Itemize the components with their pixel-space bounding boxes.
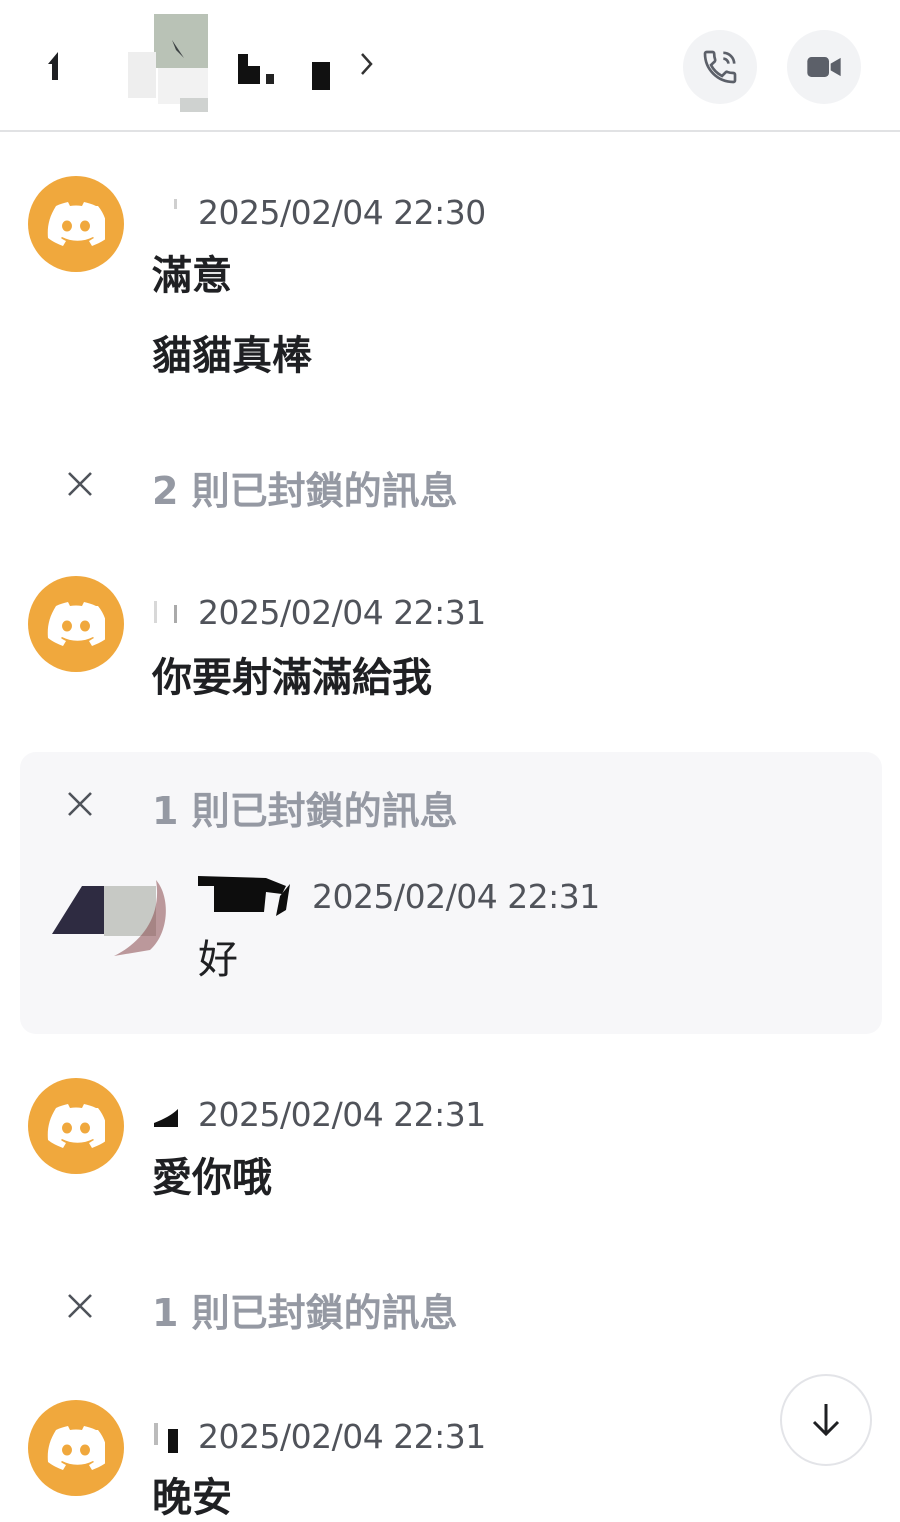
redacted-username (150, 1419, 180, 1453)
message-timestamp: 2025/02/04 22:31 (198, 592, 486, 632)
message-text: 貓貓真棒 (152, 333, 312, 379)
arrow-left-icon (48, 52, 58, 80)
discord-logo-icon (47, 602, 105, 646)
message-timestamp: 2025/02/04 22:31 (198, 1094, 486, 1134)
message-meta: 2025/02/04 22:31 (150, 1414, 486, 1458)
video-camera-icon (807, 57, 841, 77)
message-meta: 2025/02/04 22:31 (312, 874, 600, 918)
message-text: 好 (198, 937, 238, 983)
redacted-username (150, 1097, 180, 1131)
sender-avatar[interactable] (28, 1400, 124, 1496)
message-meta: 2025/02/04 22:31 (150, 1092, 486, 1136)
message-text: 你要射滿滿給我 (152, 655, 432, 701)
message-meta: 2025/02/04 22:31 (150, 590, 486, 634)
contact-name[interactable] (236, 46, 340, 90)
message-text: 晚安 (152, 1475, 232, 1521)
message-text: 滿意 (152, 253, 232, 299)
phone-call-icon (703, 50, 737, 84)
chevron-right-icon[interactable] (356, 50, 376, 78)
sender-avatar[interactable] (28, 176, 124, 272)
discord-logo-icon (47, 1426, 105, 1470)
message-timestamp: 2025/02/04 22:30 (198, 192, 486, 232)
blocked-messages-label[interactable]: 1 則已封鎖的訊息 (152, 780, 458, 835)
close-icon[interactable] (64, 788, 96, 820)
blocked-user-avatar[interactable] (50, 872, 170, 956)
message-meta: 2025/02/04 22:30 (150, 190, 486, 234)
blocked-messages-label[interactable]: 1 則已封鎖的訊息 (152, 1282, 458, 1337)
discord-logo-icon (47, 202, 105, 246)
close-icon[interactable] (64, 1290, 96, 1322)
redacted-username (150, 595, 180, 629)
scroll-to-bottom-button[interactable] (780, 1374, 872, 1466)
back-button[interactable] (42, 50, 66, 82)
message-timestamp: 2025/02/04 22:31 (198, 1416, 486, 1456)
redacted-username (150, 195, 180, 229)
message-text: 愛你哦 (152, 1155, 272, 1201)
blocked-messages-row[interactable]: 1 則已封鎖的訊息 (0, 1278, 900, 1338)
video-call-button[interactable] (787, 30, 861, 104)
blocked-user-name[interactable] (196, 870, 296, 920)
discord-logo-icon (47, 1104, 105, 1148)
chat-header (0, 0, 900, 132)
close-icon[interactable] (64, 468, 96, 500)
blocked-messages-row[interactable]: 1 則已封鎖的訊息 (0, 776, 900, 836)
blocked-messages-label[interactable]: 2 則已封鎖的訊息 (152, 460, 458, 515)
sender-avatar[interactable] (28, 576, 124, 672)
voice-call-button[interactable] (683, 30, 757, 104)
message-timestamp: 2025/02/04 22:31 (312, 876, 600, 916)
contact-avatar[interactable] (128, 8, 208, 130)
arrow-down-icon (812, 1404, 840, 1437)
sender-avatar[interactable] (28, 1078, 124, 1174)
blocked-messages-row[interactable]: 2 則已封鎖的訊息 (0, 456, 900, 516)
